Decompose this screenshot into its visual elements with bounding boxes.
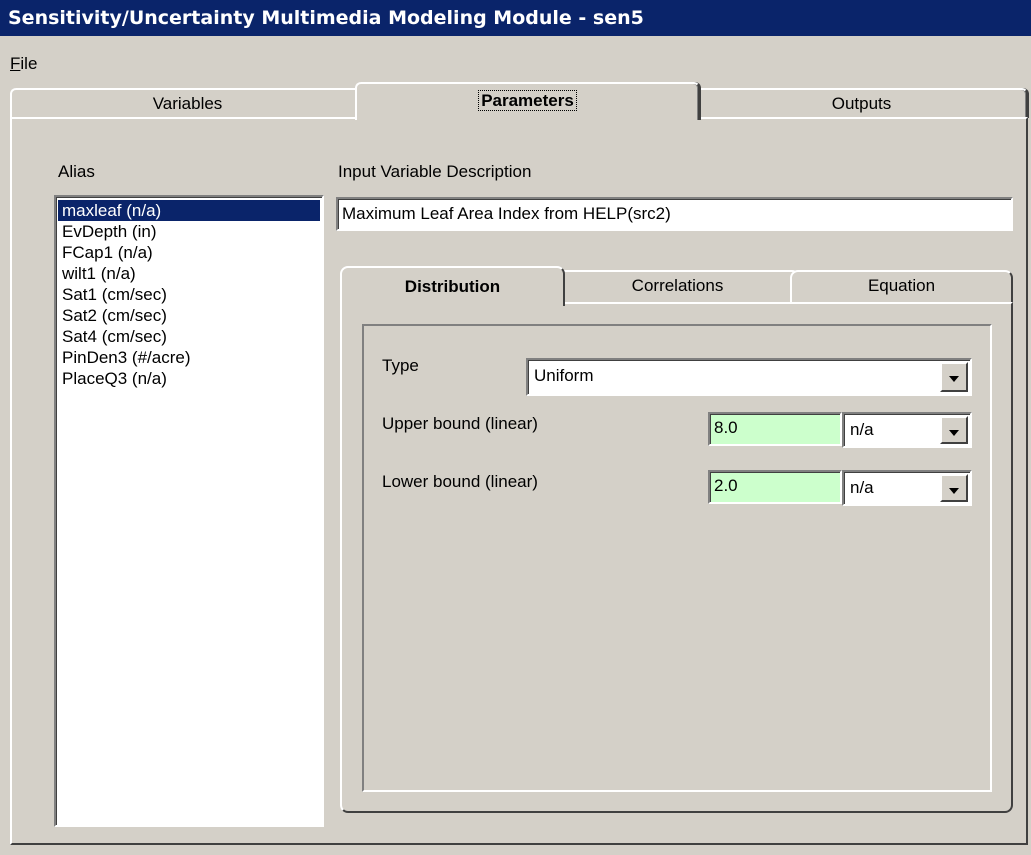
tab-equation-label: Equation bbox=[867, 276, 936, 295]
description-label: Input Variable Description bbox=[338, 162, 532, 181]
lower-bound-label: Lower bound (linear) bbox=[382, 472, 538, 491]
tab-equation[interactable]: Equation bbox=[790, 270, 1013, 302]
menu-bar: File bbox=[0, 36, 1031, 80]
alias-list-item[interactable]: PinDen3 (#/acre) bbox=[58, 347, 320, 368]
tab-correlations[interactable]: Correlations bbox=[555, 270, 800, 302]
lower-bound-unit-select[interactable]: n/a bbox=[842, 470, 972, 506]
alias-list-item[interactable]: Sat1 (cm/sec) bbox=[58, 284, 320, 305]
tab-variables[interactable]: Variables bbox=[10, 88, 365, 118]
tab-parameters-label: Parameters bbox=[478, 90, 577, 111]
tab-outputs-label: Outputs bbox=[831, 94, 892, 113]
alias-list-item[interactable]: Sat2 (cm/sec) bbox=[58, 305, 320, 326]
menu-file[interactable]: File bbox=[10, 54, 37, 74]
tab-distribution[interactable]: Distribution bbox=[340, 266, 565, 306]
type-dropdown-arrow-icon[interactable] bbox=[940, 362, 968, 392]
alias-list-item[interactable]: maxleaf (n/a) bbox=[58, 200, 320, 221]
alias-listbox[interactable]: maxleaf (n/a) EvDepth (in) FCap1 (n/a) wilt… bbox=[54, 195, 324, 827]
tab-variables-label: Variables bbox=[152, 94, 223, 113]
tab-distribution-label: Distribution bbox=[404, 277, 501, 296]
alias-label: Alias bbox=[58, 162, 95, 181]
upper-bound-label: Upper bound (linear) bbox=[382, 414, 538, 433]
distribution-tab-page: Type Uniform Upper bound (linear) 8.0 n/… bbox=[340, 302, 1013, 813]
lower-unit-dropdown-arrow-icon[interactable] bbox=[940, 474, 968, 502]
distribution-group: Type Uniform Upper bound (linear) 8.0 n/… bbox=[362, 324, 992, 792]
type-label: Type bbox=[382, 356, 419, 375]
tab-parameters[interactable]: Parameters bbox=[355, 82, 700, 120]
alias-list-item[interactable]: EvDepth (in) bbox=[58, 221, 320, 242]
type-select[interactable]: Uniform bbox=[526, 358, 972, 396]
upper-bound-input[interactable]: 8.0 bbox=[708, 412, 842, 446]
upper-bound-unit-select[interactable]: n/a bbox=[842, 412, 972, 448]
lower-bound-input[interactable]: 2.0 bbox=[708, 470, 842, 504]
type-select-value: Uniform bbox=[534, 366, 594, 385]
tab-correlations-label: Correlations bbox=[631, 276, 724, 295]
description-field[interactable]: Maximum Leaf Area Index from HELP(src2) bbox=[336, 197, 1013, 231]
alias-list-item[interactable]: PlaceQ3 (n/a) bbox=[58, 368, 320, 389]
upper-unit-dropdown-arrow-icon[interactable] bbox=[940, 416, 968, 444]
alias-list-item[interactable]: FCap1 (n/a) bbox=[58, 242, 320, 263]
alias-list-item[interactable]: Sat4 (cm/sec) bbox=[58, 326, 320, 347]
tab-outputs[interactable]: Outputs bbox=[695, 88, 1028, 118]
alias-list: maxleaf (n/a) EvDepth (in) FCap1 (n/a) wilt… bbox=[58, 200, 320, 389]
alias-list-item[interactable]: wilt1 (n/a) bbox=[58, 263, 320, 284]
upper-bound-unit-value: n/a bbox=[850, 420, 874, 439]
lower-bound-unit-value: n/a bbox=[850, 478, 874, 497]
main-window: Sensitivity/Uncertainty Multimedia Model… bbox=[0, 0, 1031, 855]
window-title: Sensitivity/Uncertainty Multimedia Model… bbox=[0, 0, 1031, 36]
